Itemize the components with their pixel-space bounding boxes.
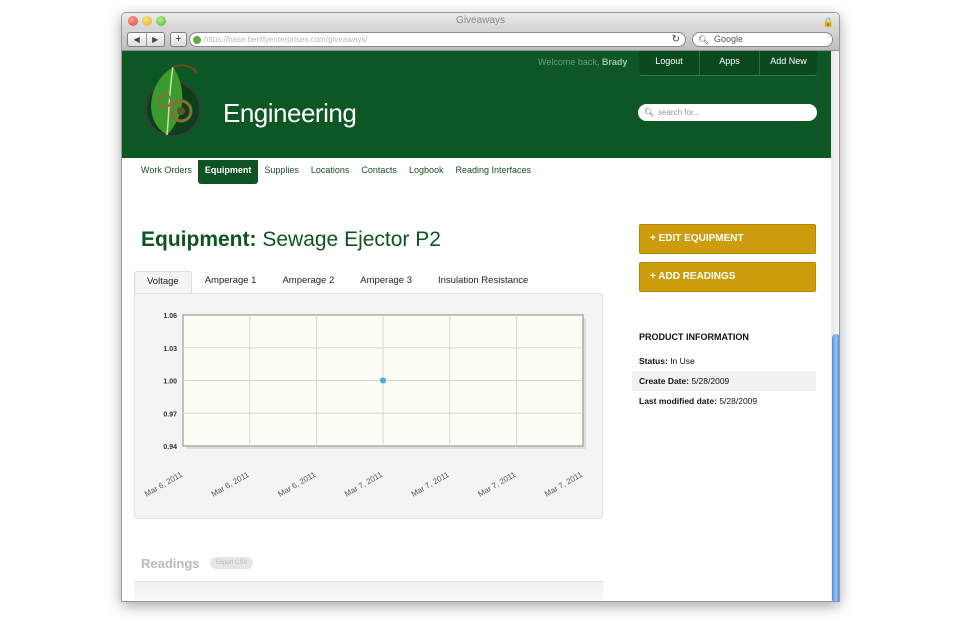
brand-title: Engineering bbox=[223, 98, 357, 128]
status-label: Status: bbox=[639, 356, 668, 366]
x-tick-label: Mar 6, 2011 bbox=[276, 470, 317, 499]
data-point bbox=[379, 376, 387, 385]
site-icon bbox=[193, 36, 201, 44]
add-new-button[interactable]: Add New bbox=[760, 51, 817, 75]
nav-item-supplies[interactable]: Supplies bbox=[258, 160, 305, 184]
y-tick-label: 0.94 bbox=[163, 444, 177, 451]
welcome-prefix: Welcome back, bbox=[538, 57, 602, 67]
x-tick-label: Mar 6, 2011 bbox=[210, 470, 251, 499]
x-tick-label: Mar 7, 2011 bbox=[476, 470, 517, 499]
browser-toolbar: ◀ ▶ + https://base.bentlyenterprises.com… bbox=[122, 29, 839, 51]
tab-amperage-3[interactable]: Amperage 3 bbox=[347, 271, 425, 293]
site-header: Engineering Welcome back, Brady Logout A… bbox=[122, 51, 831, 158]
logout-button[interactable]: Logout bbox=[639, 51, 700, 75]
modified-date-row: Last modified date: 5/28/2009 bbox=[632, 391, 816, 411]
lock-icon: 🔒 bbox=[822, 17, 834, 27]
edit-equipment-button[interactable]: + EDIT EQUIPMENT bbox=[639, 224, 816, 254]
back-arrow-icon[interactable]: ◀ bbox=[128, 33, 147, 46]
x-tick-label: Mar 7, 2011 bbox=[543, 470, 584, 499]
nav-item-work-orders[interactable]: Work Orders bbox=[135, 160, 198, 184]
window-controls bbox=[128, 16, 166, 26]
y-tick-label: 1.06 bbox=[163, 313, 177, 320]
window-title: Giveaways bbox=[456, 15, 505, 26]
tab-insulation-resistance[interactable]: Insulation Resistance bbox=[425, 271, 541, 293]
header-button-group: Logout Apps Add New bbox=[639, 51, 817, 75]
address-bar[interactable]: https://base.bentlyenterprises.com/givea… bbox=[189, 32, 686, 47]
browser-titlebar: Giveaways 🔒 bbox=[122, 13, 839, 29]
welcome-text: Welcome back, Brady bbox=[538, 57, 627, 67]
create-date-label: Create Date: bbox=[639, 376, 690, 386]
browser-search-placeholder: Google bbox=[714, 34, 744, 44]
site-search-input[interactable]: 🔍︎ search for... bbox=[638, 104, 817, 121]
create-date-row: Create Date: 5/28/2009 bbox=[632, 371, 816, 391]
x-tick-label: Mar 7, 2011 bbox=[410, 470, 451, 499]
welcome-user: Brady bbox=[601, 57, 628, 67]
vertical-scrollbar[interactable] bbox=[831, 51, 839, 601]
modified-date-value: 5/28/2009 bbox=[719, 396, 758, 406]
y-tick-label: 1.03 bbox=[163, 346, 177, 353]
scrollbar-thumb[interactable] bbox=[832, 334, 839, 601]
tab-amperage-2[interactable]: Amperage 2 bbox=[269, 271, 347, 293]
page-title-value: Sewage Ejector P2 bbox=[262, 228, 441, 251]
x-tick-label: Mar 6, 2011 bbox=[143, 470, 184, 499]
voltage-chart: 1.06 1.03 1.00 0.97 0.94 Mar 6, 2011 Mar 6, 20… bbox=[143, 313, 586, 499]
page-title: Equipment: Sewage Ejector P2 bbox=[141, 228, 441, 252]
leaf-logo-icon bbox=[145, 64, 201, 137]
x-tick-label: Mar 7, 2011 bbox=[343, 470, 384, 499]
y-tick-label: 1.00 bbox=[163, 379, 177, 386]
readings-title: Readings bbox=[141, 556, 200, 571]
search-icon: 🔍︎ bbox=[698, 35, 710, 45]
search-icon: 🔍︎ bbox=[644, 108, 655, 117]
browser-search-field[interactable]: 🔍︎ Google bbox=[692, 32, 833, 47]
reload-icon[interactable]: ↻ bbox=[672, 33, 680, 46]
y-tick-label: 0.97 bbox=[163, 411, 177, 418]
export-csv-button[interactable]: Export CSV bbox=[210, 557, 254, 569]
zoom-window-icon[interactable] bbox=[156, 16, 166, 26]
product-info-title: PRODUCT INFORMATION bbox=[639, 332, 749, 342]
minimize-window-icon[interactable] bbox=[142, 16, 152, 26]
modified-date-label: Last modified date: bbox=[639, 396, 717, 406]
site-search-placeholder: search for... bbox=[658, 108, 700, 117]
url-text: https://base.bentlyenterprises.com/givea… bbox=[204, 35, 368, 44]
reading-tabs: Voltage Amperage 1 Amperage 2 Amperage 3… bbox=[134, 271, 541, 293]
apps-button[interactable]: Apps bbox=[700, 51, 760, 75]
status-row: Status: In Use bbox=[632, 351, 816, 371]
add-readings-button[interactable]: + ADD READINGS bbox=[639, 262, 816, 292]
forward-arrow-icon[interactable]: ▶ bbox=[147, 33, 165, 46]
nav-item-logbook[interactable]: Logbook bbox=[403, 160, 450, 184]
main-nav: Work Orders Equipment Supplies Locations… bbox=[135, 160, 537, 184]
browser-window: Giveaways 🔒 ◀ ▶ + https://base.bentlyent… bbox=[121, 12, 840, 602]
tab-voltage[interactable]: Voltage bbox=[134, 271, 192, 293]
tab-amperage-1[interactable]: Amperage 1 bbox=[192, 271, 270, 293]
nav-item-locations[interactable]: Locations bbox=[305, 160, 356, 184]
page-content: Engineering Welcome back, Brady Logout A… bbox=[122, 51, 831, 601]
page-title-label: Equipment: bbox=[141, 228, 257, 251]
nav-item-contacts[interactable]: Contacts bbox=[355, 160, 403, 184]
close-window-icon[interactable] bbox=[128, 16, 138, 26]
create-date-value: 5/28/2009 bbox=[691, 376, 730, 386]
nav-item-equipment[interactable]: Equipment bbox=[197, 160, 259, 184]
nav-item-reading-interfaces[interactable]: Reading Interfaces bbox=[449, 160, 537, 184]
readings-table-header bbox=[134, 581, 603, 601]
history-buttons: ◀ ▶ bbox=[127, 32, 165, 47]
add-bookmark-button[interactable]: + bbox=[170, 32, 187, 47]
status-value: In Use bbox=[670, 356, 695, 366]
chart-panel: 1.06 1.03 1.00 0.97 0.94 Mar 6, 2011 Mar 6, 20… bbox=[134, 293, 603, 519]
